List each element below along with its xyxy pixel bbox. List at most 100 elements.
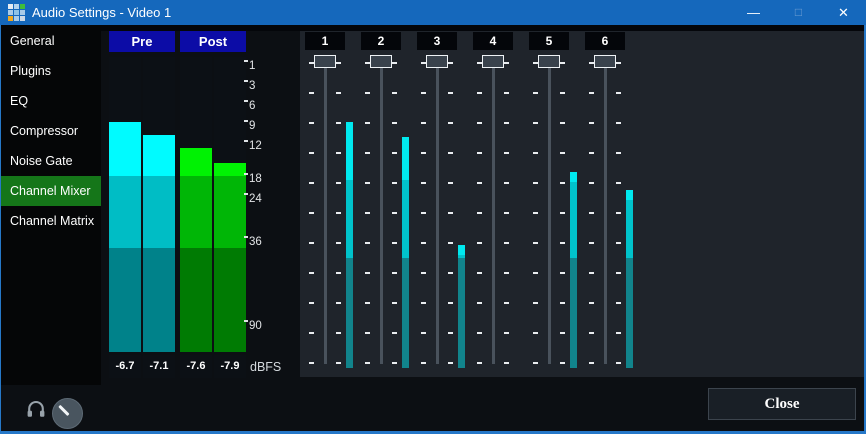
meter-bar-segment bbox=[109, 122, 141, 176]
meter-group-pre-header: Pre bbox=[109, 31, 175, 52]
maximize-button: □ bbox=[776, 0, 821, 25]
slider-tick bbox=[616, 272, 621, 274]
slider-tick bbox=[616, 362, 621, 364]
slider-tick bbox=[616, 242, 621, 244]
meter-bar-segment bbox=[626, 258, 633, 368]
sidebar: GeneralPluginsEQCompressorNoise GateChan… bbox=[0, 25, 101, 385]
channel-slider-track[interactable] bbox=[604, 62, 607, 364]
meter-bar-segment bbox=[214, 176, 246, 248]
slider-tick bbox=[616, 182, 621, 184]
slider-tick bbox=[616, 152, 621, 154]
meter-bar-segment bbox=[180, 248, 212, 352]
meter-bar-segment bbox=[180, 148, 212, 176]
audio-settings-window: Audio Settings - Video 1 — □ ✕ GeneralPl… bbox=[0, 0, 866, 434]
scale-label: 18 bbox=[249, 173, 262, 185]
slider-tick bbox=[589, 92, 594, 94]
sidebar-item-eq[interactable]: EQ bbox=[0, 86, 101, 116]
meter-column-post-0 bbox=[180, 57, 212, 352]
tick-mark bbox=[244, 120, 248, 122]
meter-bar-segment bbox=[143, 176, 175, 248]
close-window-button[interactable]: ✕ bbox=[821, 0, 866, 25]
meter-column-pre-0 bbox=[109, 57, 141, 352]
slider-tick bbox=[616, 332, 621, 334]
channel-header-6: 6 bbox=[585, 32, 625, 50]
scale-tick-1: 1 bbox=[244, 60, 255, 74]
tick-mark bbox=[244, 60, 248, 62]
tick-mark bbox=[244, 80, 248, 82]
slider-tick bbox=[589, 332, 594, 334]
tick-mark bbox=[244, 140, 248, 142]
window-border bbox=[0, 25, 1, 434]
meter-value: -6.7 bbox=[109, 355, 141, 378]
meter-bar-segment bbox=[626, 190, 633, 200]
scale-label: 1 bbox=[249, 60, 255, 72]
scale-tick-12: 12 bbox=[244, 140, 262, 154]
sidebar-item-channel-matrix[interactable]: Channel Matrix bbox=[0, 206, 101, 236]
scale-label: 9 bbox=[249, 120, 255, 132]
close-button[interactable]: Close bbox=[708, 388, 856, 420]
sidebar-item-general[interactable]: General bbox=[0, 26, 101, 56]
app-icon bbox=[8, 4, 25, 21]
tick-mark bbox=[244, 100, 248, 102]
slider-tick bbox=[589, 362, 594, 364]
sidebar-item-noise-gate[interactable]: Noise Gate bbox=[0, 146, 101, 176]
scale-tick-24: 24 bbox=[244, 193, 262, 207]
headphones-icon bbox=[26, 399, 46, 419]
channel-panel: 123456 bbox=[300, 31, 864, 377]
scale-tick-3: 3 bbox=[244, 80, 255, 94]
tick-mark bbox=[244, 236, 248, 238]
meter-value: -7.9 bbox=[214, 355, 246, 378]
scale-tick-36: 36 bbox=[244, 236, 262, 250]
meter-bar-segment bbox=[214, 248, 246, 352]
meter-bar-segment bbox=[109, 176, 141, 248]
slider-tick bbox=[589, 152, 594, 154]
dbfs-label: dBFS bbox=[250, 356, 281, 378]
slider-tick bbox=[589, 212, 594, 214]
meter-bar-segment bbox=[180, 176, 212, 248]
sidebar-item-compressor[interactable]: Compressor bbox=[0, 116, 101, 146]
channel-level-meter bbox=[626, 190, 633, 368]
meter-value: -7.1 bbox=[143, 355, 175, 378]
monitor-volume-knob[interactable] bbox=[52, 398, 83, 429]
scale-tick-6: 6 bbox=[244, 100, 255, 114]
tick-mark bbox=[244, 193, 248, 195]
slider-tick bbox=[589, 302, 594, 304]
scale-tick-90: 90 bbox=[244, 320, 262, 334]
meter-bar-segment bbox=[109, 248, 141, 352]
scale-label: 6 bbox=[249, 100, 255, 112]
titlebar: Audio Settings - Video 1 — □ ✕ bbox=[0, 0, 866, 25]
slider-tick bbox=[589, 182, 594, 184]
slider-tick bbox=[589, 242, 594, 244]
knob-pointer bbox=[58, 404, 69, 415]
slider-tick bbox=[616, 92, 621, 94]
slider-tick bbox=[616, 122, 621, 124]
meter-bar-segment bbox=[143, 248, 175, 352]
tick-mark bbox=[244, 320, 248, 322]
slider-tick bbox=[589, 272, 594, 274]
slider-tick bbox=[616, 302, 621, 304]
slider-tick bbox=[589, 122, 594, 124]
scale-label: 90 bbox=[249, 320, 262, 332]
meter-value: -7.6 bbox=[180, 355, 212, 378]
meter-column-post-1 bbox=[214, 57, 246, 352]
sidebar-item-channel-mixer[interactable]: Channel Mixer bbox=[0, 176, 101, 206]
scale-tick-18: 18 bbox=[244, 173, 262, 187]
tick-mark bbox=[244, 173, 248, 175]
scale-label: 3 bbox=[249, 80, 255, 92]
meter-bar-segment bbox=[214, 163, 246, 176]
scale-label: 36 bbox=[249, 236, 262, 248]
slider-tick bbox=[616, 212, 621, 214]
scale-tick-9: 9 bbox=[244, 120, 255, 134]
scale-label: 12 bbox=[249, 140, 262, 152]
sidebar-item-plugins[interactable]: Plugins bbox=[0, 56, 101, 86]
meter-column-pre-1 bbox=[143, 57, 175, 352]
scale-label: 24 bbox=[249, 193, 262, 205]
channel-slider-handle[interactable] bbox=[594, 55, 616, 68]
minimize-button[interactable]: — bbox=[731, 0, 776, 25]
slider-tick bbox=[616, 62, 621, 64]
meter-bar-segment bbox=[143, 135, 175, 176]
window-title: Audio Settings - Video 1 bbox=[32, 0, 171, 25]
meter-bar-segment bbox=[626, 200, 633, 258]
channel-strip-6: 6 bbox=[300, 31, 864, 377]
meter-group-post-header: Post bbox=[180, 31, 246, 52]
